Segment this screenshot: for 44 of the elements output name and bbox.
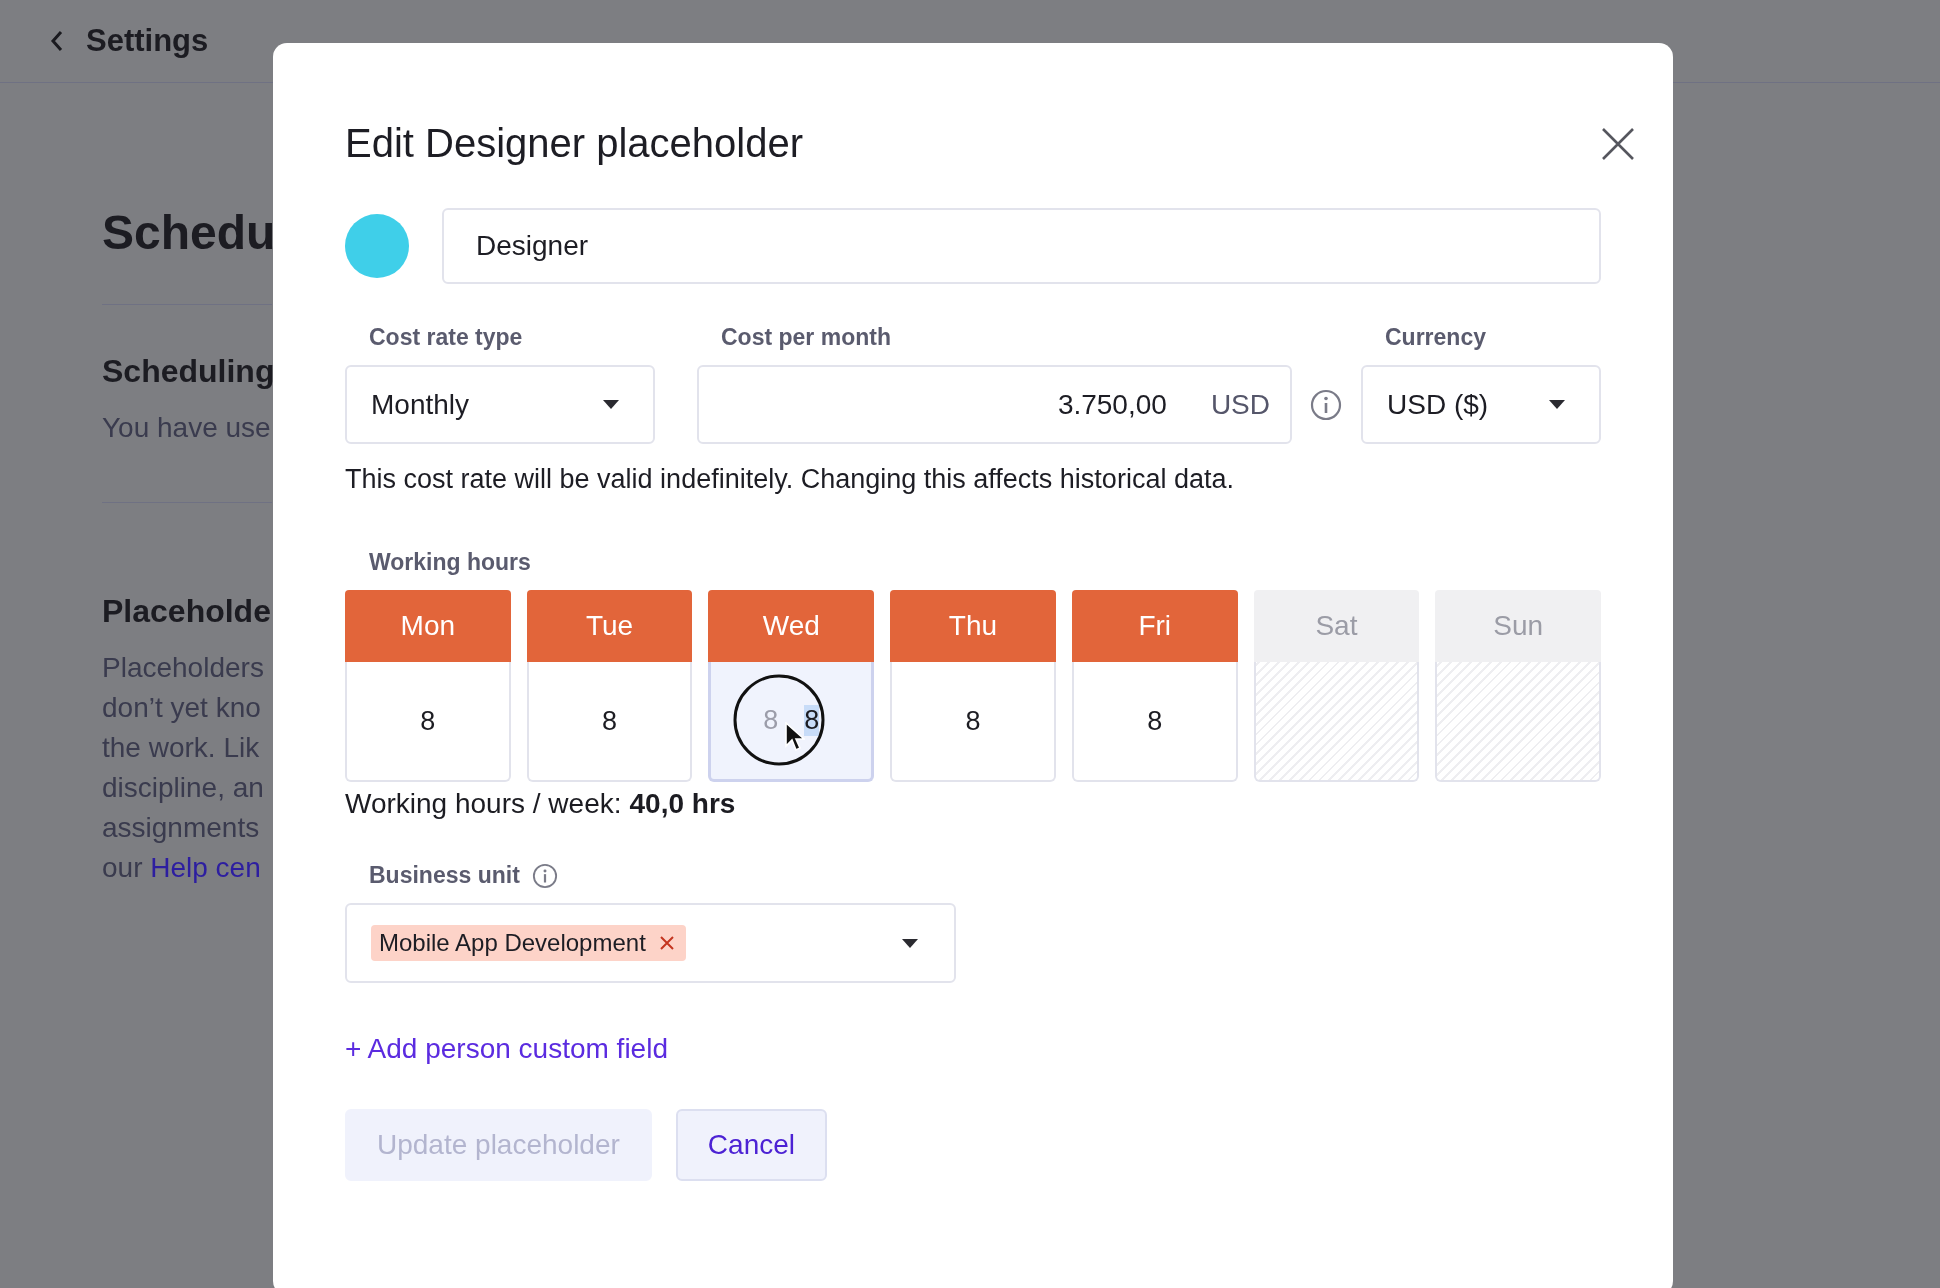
business-unit-tag: Mobile App Development (371, 925, 686, 961)
currency-dropdown[interactable]: USD ($) (1361, 365, 1601, 444)
hours-field[interactable]: 8 (890, 662, 1056, 782)
hours-field[interactable]: 8 (1071, 662, 1238, 782)
remove-icon[interactable] (659, 936, 674, 950)
section-title: Scheduling (102, 353, 272, 390)
section-text: You have use (102, 411, 272, 445)
field-label: Cost rate type (368, 324, 524, 351)
back-icon[interactable] (50, 30, 64, 52)
section-text: Placeholders (102, 651, 265, 685)
caret-icon (902, 938, 918, 948)
section-text: assignments (102, 811, 261, 845)
dialog-title: Edit Designer placeholder (345, 121, 805, 166)
hours-field[interactable]: 8 (345, 662, 511, 782)
field-label: Currency (1384, 324, 1487, 351)
section-text: don’t yet kno (102, 691, 262, 725)
caret-icon (603, 400, 619, 409)
info-icon[interactable] (531, 862, 558, 889)
cost-unit: USD (1210, 388, 1270, 421)
caret-icon (1549, 400, 1565, 409)
field-label: Business unit (368, 862, 520, 889)
add-field-link[interactable]: + Add person custom field (345, 1033, 668, 1065)
field-label: Cost per month (720, 324, 892, 351)
note-text: This cost rate will be valid indefinitely. Changing this affects historical data. (345, 464, 1235, 495)
section-title: Placeholde (102, 593, 272, 630)
section-text: the work. Lik (102, 731, 261, 765)
back-label[interactable]: Settings (86, 23, 209, 59)
cost-rate-type-dropdown[interactable]: Monthly (345, 365, 655, 444)
cost-value: 3.750,00 (1057, 388, 1167, 421)
info-icon[interactable] (1310, 389, 1342, 421)
close-icon[interactable] (1601, 127, 1635, 161)
hours-field[interactable]: 8 (526, 662, 693, 782)
business-unit-select[interactable]: Mobile App Development (345, 903, 956, 983)
total-label: Working hours / week: (345, 788, 622, 820)
name-field[interactable]: Designer (442, 208, 1601, 284)
section-text: discipline, an (102, 771, 265, 805)
cancel-button[interactable]: Cancel (675, 1109, 827, 1181)
section-text: our (102, 852, 143, 883)
cost-field[interactable]: 3.750,00 USD (697, 365, 1292, 444)
cursor-icon (785, 722, 806, 752)
hours-field[interactable]: 8 8 (708, 662, 875, 782)
page-heading: Schedu (102, 205, 272, 305)
total-value: 40,0 hrs (629, 788, 736, 820)
field-label: Working hours (368, 549, 532, 576)
